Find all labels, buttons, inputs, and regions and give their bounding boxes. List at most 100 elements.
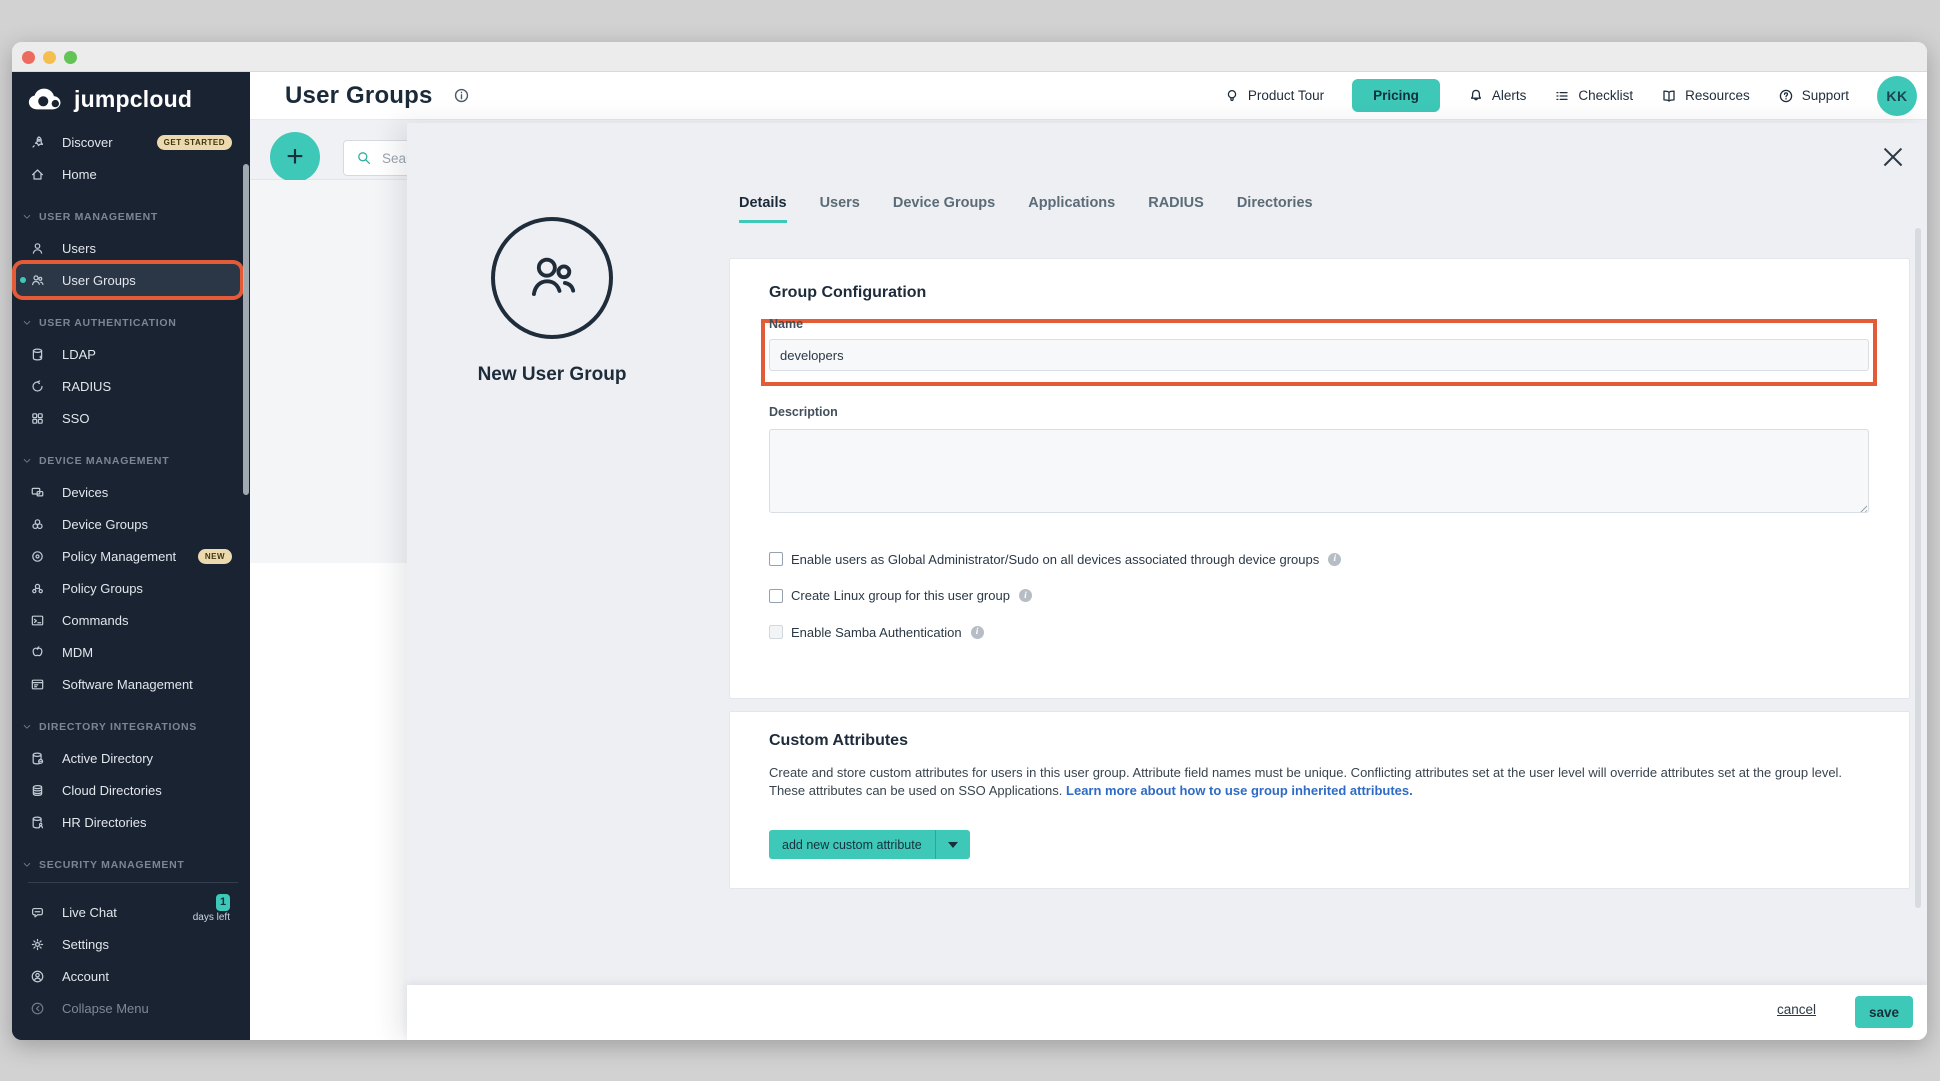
close-icon[interactable] bbox=[1880, 144, 1906, 170]
minimize-window-button[interactable] bbox=[43, 51, 56, 64]
info-icon[interactable]: i bbox=[1019, 589, 1032, 602]
sidebar-item-device-groups[interactable]: Device Groups bbox=[12, 508, 244, 540]
sidebar-item-policy-groups[interactable]: Policy Groups bbox=[12, 572, 244, 604]
tab-device-groups[interactable]: Device Groups bbox=[893, 195, 995, 223]
sidebar-item-policy-management[interactable]: Policy Management NEW bbox=[12, 540, 244, 572]
option-row-2: Enable Samba Authentication i bbox=[769, 620, 1341, 644]
sidebar-item-active-directory[interactable]: Active Directory bbox=[12, 742, 244, 774]
sidebar-item-label: Active Directory bbox=[62, 751, 153, 766]
sidebar-item-label: Software Management bbox=[62, 677, 193, 692]
save-button[interactable]: save bbox=[1855, 996, 1913, 1028]
days-left-caption: days left bbox=[193, 912, 230, 923]
chat-bubble-icon bbox=[30, 905, 45, 920]
sidebar-item-ldap[interactable]: LDAP bbox=[12, 338, 244, 370]
window-title-bar bbox=[12, 42, 1927, 72]
sidebar-item-home[interactable]: Home bbox=[12, 158, 244, 190]
cancel-button[interactable]: cancel bbox=[1777, 1002, 1816, 1017]
group-options: Enable users as Global Administrator/Sud… bbox=[769, 547, 1341, 657]
sidebar-scrollbar[interactable] bbox=[243, 164, 249, 495]
hr-directory-icon bbox=[30, 815, 45, 830]
sidebar-item-label: Devices bbox=[62, 485, 108, 500]
sidebar-item-users[interactable]: Users bbox=[12, 232, 244, 264]
sidebar-item-account[interactable]: Account bbox=[12, 960, 244, 992]
sidebar-item-label: Users bbox=[62, 241, 96, 256]
description-label: Description bbox=[769, 405, 838, 419]
add-user-group-button[interactable]: + bbox=[270, 132, 320, 182]
custom-attributes-card: Custom Attributes Create and store custo… bbox=[729, 711, 1910, 889]
sidebar-item-label: HR Directories bbox=[62, 815, 147, 830]
user-group-avatar bbox=[491, 217, 613, 339]
chevron-down-icon bbox=[22, 212, 32, 222]
sidebar-section-user-management[interactable]: USER MANAGEMENT bbox=[12, 202, 250, 232]
tab-users[interactable]: Users bbox=[820, 195, 860, 223]
sidebar-section-device-management[interactable]: DEVICE MANAGEMENT bbox=[12, 446, 250, 476]
group-name-input[interactable] bbox=[769, 339, 1869, 371]
sidebar-item-collapse-menu[interactable]: Collapse Menu bbox=[12, 992, 244, 1024]
learn-more-link[interactable]: Learn more about how to use group inheri… bbox=[1066, 783, 1413, 798]
sidebar-nav: DiscoverGET STARTEDHome USER MANAGEMENT Us… bbox=[12, 126, 250, 880]
tab-directories[interactable]: Directories bbox=[1237, 195, 1313, 223]
user-avatar[interactable]: KK bbox=[1877, 76, 1917, 116]
nav-checklist[interactable]: Checklist bbox=[1554, 88, 1633, 104]
pricing-button[interactable]: Pricing bbox=[1352, 79, 1440, 112]
info-icon[interactable]: i bbox=[1328, 553, 1341, 566]
close-window-button[interactable] bbox=[22, 51, 35, 64]
checkbox[interactable] bbox=[769, 552, 783, 566]
sidebar-item-radius[interactable]: RADIUS bbox=[12, 370, 244, 402]
custom-attributes-title: Custom Attributes bbox=[769, 732, 908, 750]
maximize-window-button[interactable] bbox=[64, 51, 77, 64]
sidebar-item-devices[interactable]: Devices bbox=[12, 476, 244, 508]
nav-product-tour[interactable]: Product Tour bbox=[1224, 88, 1324, 104]
devices-icon bbox=[30, 485, 45, 500]
nav-resources[interactable]: Resources bbox=[1661, 88, 1750, 104]
sidebar-item-mdm[interactable]: MDM bbox=[12, 636, 244, 668]
panel-scrollbar[interactable] bbox=[1915, 228, 1921, 908]
sidebar-footer: Live Chat1days leftSettingsAccountCollap… bbox=[12, 872, 250, 1040]
page-info-icon[interactable] bbox=[453, 87, 470, 104]
software-window-icon bbox=[30, 677, 45, 692]
add-custom-attribute-button[interactable]: add new custom attribute bbox=[769, 830, 970, 859]
sidebar-item-live-chat[interactable]: Live Chat1days left bbox=[12, 896, 244, 928]
nav-alerts[interactable]: Alerts bbox=[1468, 88, 1527, 104]
sidebar-item-discover[interactable]: DiscoverGET STARTED bbox=[12, 126, 244, 158]
checkbox-label: Enable Samba Authentication bbox=[791, 625, 962, 640]
policy-groups-icon bbox=[30, 581, 45, 596]
tab-details[interactable]: Details bbox=[739, 195, 787, 223]
chevron-down-icon bbox=[22, 860, 32, 870]
terminal-icon bbox=[30, 613, 45, 628]
group-configuration-card: Group Configuration Name Description Ena… bbox=[729, 258, 1910, 699]
badge-new: NEW bbox=[198, 549, 232, 564]
checkbox[interactable] bbox=[769, 589, 783, 603]
sidebar-divider bbox=[28, 882, 238, 883]
info-icon[interactable]: i bbox=[971, 626, 984, 639]
sidebar-item-sso[interactable]: SSO bbox=[12, 402, 244, 434]
page-title: User Groups bbox=[285, 82, 433, 110]
sidebar-item-user-groups[interactable]: User Groups bbox=[16, 264, 240, 296]
chevron-down-icon bbox=[22, 318, 32, 328]
tab-applications[interactable]: Applications bbox=[1028, 195, 1115, 223]
device-groups-icon bbox=[30, 517, 45, 532]
sidebar-item-hr-directories[interactable]: HR Directories bbox=[12, 806, 244, 838]
dropdown-caret-icon[interactable] bbox=[936, 842, 970, 848]
sidebar-item-software-management[interactable]: Software Management bbox=[12, 668, 244, 700]
sso-grid-icon bbox=[30, 411, 45, 426]
new-user-group-title: New User Group bbox=[422, 364, 682, 386]
sidebar-item-commands[interactable]: Commands bbox=[12, 604, 244, 636]
sidebar-item-cloud-directories[interactable]: Cloud Directories bbox=[12, 774, 244, 806]
group-description-textarea[interactable] bbox=[769, 429, 1869, 513]
sidebar-item-settings[interactable]: Settings bbox=[12, 928, 244, 960]
panel-footer: cancel save bbox=[407, 985, 1927, 1040]
sidebar-item-label: Policy Management bbox=[62, 549, 176, 564]
sidebar-section-user-authentication[interactable]: USER AUTHENTICATION bbox=[12, 308, 250, 338]
sidebar-item-label: Device Groups bbox=[62, 517, 148, 532]
new-user-group-panel: New User Group Details Users Device Groups… bbox=[407, 123, 1927, 1040]
tab-radius[interactable]: RADIUS bbox=[1148, 195, 1204, 223]
top-nav-actions: Product Tour Pricing Alerts Checklist Resour… bbox=[1224, 76, 1927, 116]
checkbox bbox=[769, 625, 783, 639]
active-directory-icon bbox=[30, 751, 45, 766]
sidebar-item-label: Commands bbox=[62, 613, 128, 628]
sidebar-item-label: User Groups bbox=[62, 273, 136, 288]
nav-support[interactable]: Support bbox=[1778, 88, 1849, 104]
sidebar-section-directory-integrations[interactable]: DIRECTORY INTEGRATIONS bbox=[12, 712, 250, 742]
question-circle-icon bbox=[1778, 88, 1794, 104]
